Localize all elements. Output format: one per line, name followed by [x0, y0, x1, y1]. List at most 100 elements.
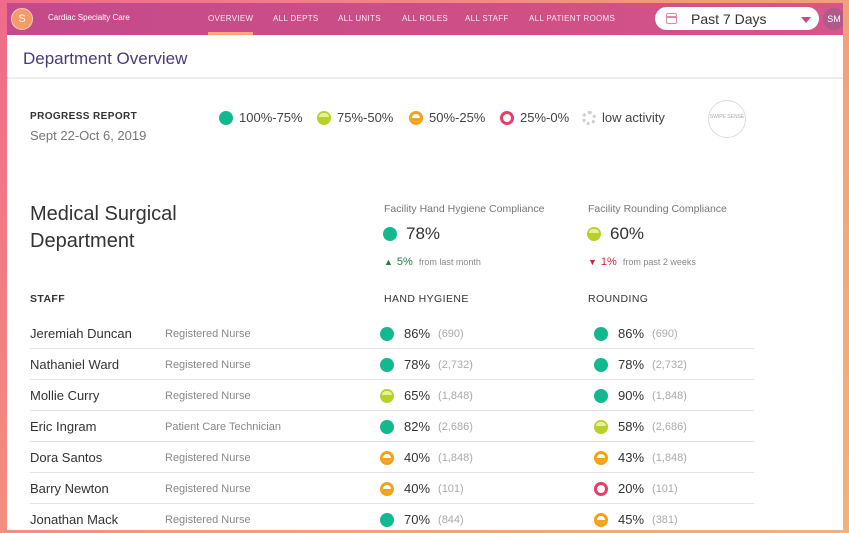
legend-label: 75%-50% [337, 110, 394, 125]
hand-hygiene-count: (1,848) [438, 451, 473, 464]
staff-name[interactable]: Jonathan Mack [30, 512, 118, 527]
page-title: Department Overview [23, 49, 188, 68]
legend-item-mid: 50%-25% [409, 110, 485, 125]
full-status-icon [219, 110, 233, 125]
hygiene-compliance-value: 78% [383, 224, 440, 244]
rounding-cell: 90% (1,848) [594, 388, 687, 403]
calendar-icon [666, 13, 677, 24]
staff-name[interactable]: Dora Santos [30, 450, 102, 465]
staff-column-header[interactable]: STAFF [30, 293, 65, 305]
nav-all-depts[interactable]: ALL DEPTS [273, 14, 319, 23]
table-row[interactable]: Eric Ingram Patient Care Technician 82% (2,… [30, 411, 754, 442]
legend-label: low activity [602, 110, 665, 125]
rounding-count: (1,848) [652, 451, 687, 464]
rounding-column-header[interactable]: ROUNDING [588, 293, 648, 305]
status-icon [594, 481, 608, 496]
hand-hygiene-count: (1,848) [438, 389, 473, 402]
staff-name[interactable]: Barry Newton [30, 481, 109, 496]
status-icon [594, 512, 608, 527]
date-range-value: Past 7 Days [691, 11, 767, 27]
rounding-cell: 78% (2,732) [594, 357, 687, 372]
user-avatar[interactable]: SM [823, 8, 843, 30]
hand-hygiene-cell: 40% (101) [380, 481, 464, 496]
progress-report-title: PROGRESS REPORT [30, 111, 138, 122]
progress-report-date: Sept 22-Oct 6, 2019 [30, 128, 147, 143]
legend-item-low-activity: low activity [582, 110, 665, 125]
rounding-cell: 45% (381) [594, 512, 678, 527]
staff-role: Patient Care Technician [165, 421, 281, 433]
rounding-count: (1,848) [652, 389, 687, 402]
rounding-percent: 60% [610, 224, 645, 243]
status-icon [594, 419, 608, 434]
department-name: Medical Surgical Department [30, 203, 177, 252]
status-icon [380, 450, 394, 465]
nav-overview[interactable]: OVERVIEW [208, 14, 254, 35]
hand-hygiene-cell: 70% (844) [380, 512, 464, 527]
status-icon [380, 326, 394, 341]
hand-hygiene-percent: 40% [404, 481, 431, 496]
hand-hygiene-percent: 65% [404, 388, 431, 403]
nav-all-units[interactable]: ALL UNITS [338, 14, 381, 23]
rounding-cell: 43% (1,848) [594, 450, 687, 465]
status-icon [380, 481, 394, 496]
legend-item-full: 100%-75% [219, 110, 303, 125]
legend-label: 100%-75% [239, 110, 303, 125]
staff-name[interactable]: Jeremiah Duncan [30, 326, 132, 341]
high-status-icon [587, 227, 601, 241]
date-range-dropdown[interactable]: Past 7 Days [655, 7, 819, 30]
hygiene-change: ▲ 5% from last month [384, 256, 481, 268]
hand-hygiene-percent: 78% [404, 357, 431, 372]
table-row[interactable]: Nathaniel Ward Registered Nurse 78% (2,732)… [30, 349, 754, 380]
hand-hygiene-cell: 86% (690) [380, 326, 464, 341]
table-row[interactable]: Jeremiah Duncan Registered Nurse 86% (690) 8… [30, 318, 754, 349]
hygiene-change-note: from last month [418, 257, 481, 267]
low-status-icon [500, 110, 514, 125]
app-window: S Cardiac Specialty Care OVERVIEW ALL DE… [7, 3, 843, 530]
hand-hygiene-cell: 78% (2,732) [380, 357, 473, 372]
mid-status-icon [409, 110, 423, 125]
rounding-percent: 45% [618, 512, 645, 527]
staff-name[interactable]: Nathaniel Ward [30, 357, 119, 372]
hand-hygiene-column-header[interactable]: HAND HYGIENE [384, 293, 469, 305]
table-row[interactable]: Dora Santos Registered Nurse 40% (1,848) 43%… [30, 442, 754, 473]
legend-item-low: 25%-0% [500, 110, 569, 125]
legend-label: 50%-25% [429, 110, 486, 125]
hygiene-percent: 78% [406, 224, 441, 243]
hand-hygiene-percent: 40% [404, 450, 431, 465]
rounding-count: (381) [652, 513, 678, 526]
table-row[interactable]: Mollie Curry Registered Nurse 65% (1,848) 90… [30, 380, 754, 411]
rounding-change: ▼ 1% from past 2 weeks [588, 256, 696, 268]
nav-all-patient-rooms[interactable]: ALL PATIENT ROOMS [529, 14, 615, 23]
rounding-percent: 90% [618, 388, 645, 403]
staff-role: Registered Nurse [165, 390, 251, 402]
rounding-percent: 78% [618, 357, 645, 372]
rounding-count: (2,732) [652, 358, 687, 371]
staff-name[interactable]: Eric Ingram [30, 419, 96, 434]
status-icon [594, 357, 608, 372]
hand-hygiene-percent: 82% [404, 419, 431, 434]
hand-hygiene-count: (2,686) [438, 420, 473, 433]
nav-all-roles[interactable]: ALL ROLES [402, 14, 448, 23]
table-row[interactable]: Barry Newton Registered Nurse 40% (101) 20% (… [30, 473, 754, 504]
rounding-cell: 58% (2,686) [594, 419, 687, 434]
rounding-cell: 20% (101) [594, 481, 678, 496]
hygiene-compliance-label: Facility Hand Hygiene Compliance [384, 203, 545, 215]
rounding-compliance-value: 60% [587, 224, 644, 244]
nav-all-staff[interactable]: ALL STAFF [465, 14, 509, 23]
rounding-count: (101) [652, 482, 678, 495]
status-icon [594, 450, 608, 465]
staff-role: Registered Nurse [165, 452, 251, 464]
status-icon [380, 357, 394, 372]
status-icon [380, 512, 394, 527]
rounding-change-note: from past 2 weeks [622, 257, 696, 267]
staff-name[interactable]: Mollie Curry [30, 388, 99, 403]
app-logo[interactable]: S [11, 8, 33, 30]
table-row[interactable]: Jonathan Mack Registered Nurse 70% (844) 45%… [30, 504, 754, 530]
hand-hygiene-percent: 86% [404, 326, 431, 341]
rounding-count: (690) [652, 327, 678, 340]
staff-role: Registered Nurse [165, 514, 251, 526]
hygiene-change-value: 5% [396, 256, 413, 268]
hand-hygiene-count: (690) [438, 327, 464, 340]
status-icon [594, 326, 608, 341]
status-icon [594, 388, 608, 403]
